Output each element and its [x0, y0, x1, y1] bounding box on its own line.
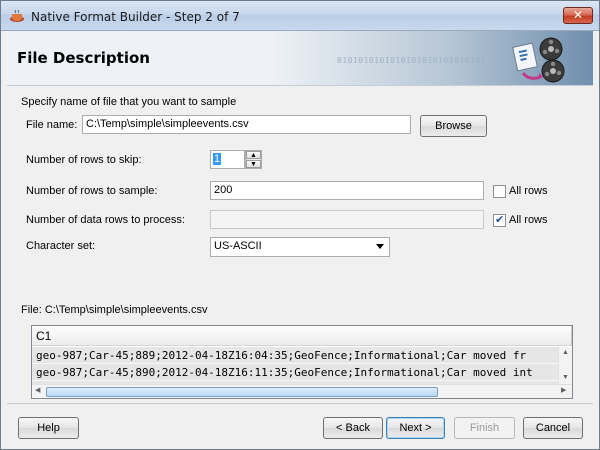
table-row[interactable]: geo-987;Car-45;889;2012-04-18Z16:04:35;G…	[32, 347, 558, 364]
file-name-label: File name:	[26, 119, 78, 131]
close-icon: ✕	[572, 8, 584, 22]
film-reel-document-icon	[512, 37, 565, 83]
skip-rows-stepper[interactable]: ▲ ▼	[245, 150, 262, 169]
intro-text: Specify name of file that you want to sa…	[21, 96, 237, 108]
table-header: C1	[32, 326, 572, 346]
all-rows-process-checkbox[interactable]: ✔	[493, 214, 506, 227]
character-set-select[interactable]: US-ASCII	[210, 237, 390, 257]
scroll-right-icon[interactable]: ▶	[561, 386, 566, 394]
coffee-cup-icon	[10, 9, 24, 22]
preview-file-label: File: C:\Temp\simple\simpleevents.csv	[21, 304, 208, 316]
native-format-builder-window: Native Format Builder - Step 2 of 7 ✕ Fi…	[0, 0, 600, 450]
vertical-scrollbar[interactable]: ▲ ▼	[558, 347, 572, 385]
all-rows-sample-label: All rows	[509, 185, 548, 197]
table-row[interactable]: geo-987;Car-45;890;2012-04-18Z16:11:35;G…	[32, 364, 558, 381]
close-button[interactable]: ✕	[563, 7, 593, 24]
file-name-input[interactable]: C:\Temp\simple\simpleevents.csv	[82, 115, 411, 134]
wizard-banner: File Description 01010101010101010101010…	[7, 31, 593, 86]
rows-to-sample-input[interactable]: 200	[210, 181, 484, 200]
all-rows-sample-checkbox[interactable]	[493, 185, 506, 198]
horizontal-scroll-thumb[interactable]	[46, 387, 438, 397]
title-bar: Native Format Builder - Step 2 of 7 ✕	[1, 1, 599, 31]
rows-to-process-label: Number of data rows to process:	[26, 214, 185, 226]
scroll-left-icon[interactable]: ◀	[35, 386, 40, 394]
window-title: Native Format Builder - Step 2 of 7	[31, 10, 240, 24]
scroll-down-icon[interactable]: ▼	[562, 374, 569, 381]
page-title: File Description	[17, 49, 150, 67]
horizontal-scrollbar[interactable]: ◀ ▶	[32, 384, 572, 398]
character-set-value: US-ASCII	[214, 240, 262, 252]
cancel-button[interactable]: Cancel	[523, 417, 583, 439]
triangle-down-icon[interactable]: ▼	[246, 160, 261, 168]
help-button[interactable]: Help	[18, 417, 79, 439]
column-divider	[571, 326, 572, 346]
skip-rows-input[interactable]: 1	[210, 150, 245, 169]
column-header-c1[interactable]: C1	[36, 329, 51, 343]
rows-to-process-input[interactable]	[210, 210, 484, 229]
back-button[interactable]: < Back	[323, 417, 383, 439]
chevron-down-icon	[376, 244, 384, 249]
checkmark-icon: ✔	[495, 214, 505, 226]
finish-button[interactable]: Finish	[454, 417, 515, 439]
all-rows-process-label: All rows	[509, 214, 548, 226]
next-button[interactable]: Next >	[386, 417, 445, 439]
table-body: geo-987;Car-45;889;2012-04-18Z16:04:35;G…	[32, 347, 558, 385]
skip-rows-value: 1	[213, 153, 222, 165]
triangle-up-icon[interactable]: ▲	[246, 151, 261, 159]
footer-divider	[7, 403, 593, 404]
scroll-up-icon[interactable]: ▲	[562, 349, 569, 356]
character-set-label: Character set:	[26, 240, 96, 252]
rows-to-sample-label: Number of rows to sample:	[26, 185, 158, 197]
skip-rows-label: Number of rows to skip:	[26, 154, 142, 166]
file-preview-table[interactable]: C1 geo-987;Car-45;889;2012-04-18Z16:04:3…	[31, 325, 573, 399]
browse-button[interactable]: Browse	[420, 115, 487, 137]
